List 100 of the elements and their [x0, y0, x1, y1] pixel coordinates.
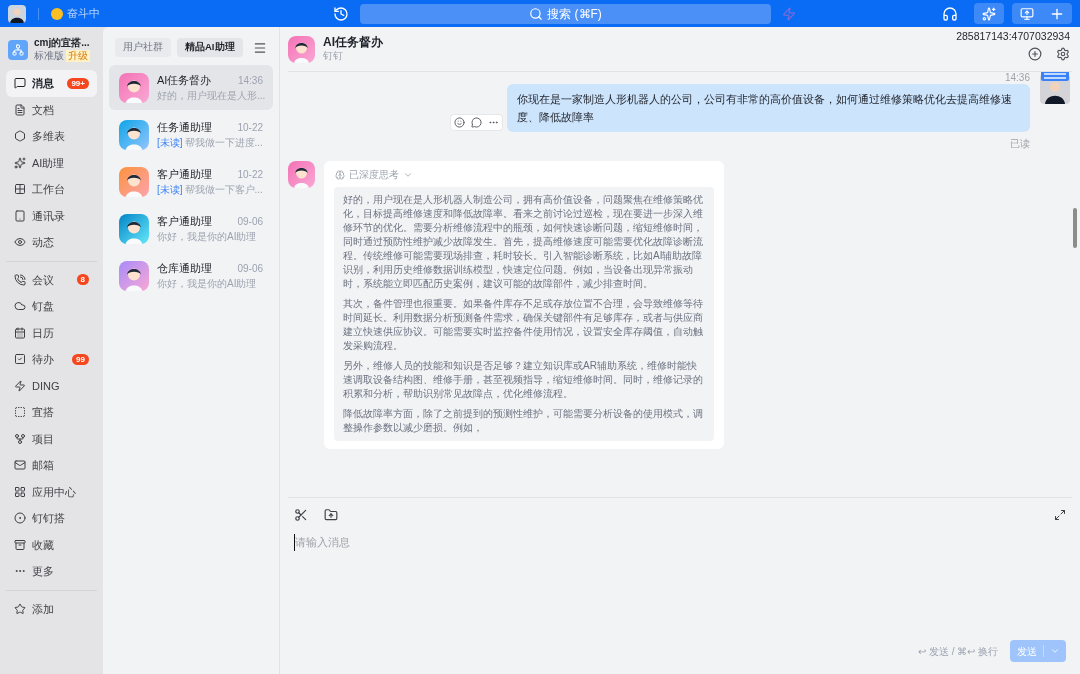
circle-icon	[14, 512, 26, 525]
star-icon	[14, 602, 26, 615]
conversation-name: 仓库通助理	[157, 260, 213, 276]
id-text: 285817143:4707032934	[956, 29, 1070, 45]
count-badge: 8	[76, 274, 89, 286]
cloud-icon	[14, 300, 26, 313]
conversation-time: 10-22	[237, 167, 263, 182]
scrollbar[interactable]	[1073, 208, 1077, 248]
nav-item[interactable]: 待办 99	[6, 346, 97, 373]
unread-tag: [未读]	[157, 182, 183, 198]
user-message: 你现在是一家制造人形机器人的公司，公司有非常的高价值设备，如何通过维修策略优化去提高维修速度、降低故障率	[507, 84, 1030, 132]
caret-icon	[1049, 646, 1060, 656]
chat-subtitle: 钉钉	[323, 50, 344, 63]
conversation-name: 客户通助理	[157, 213, 213, 229]
conversation-item[interactable]: AI任务督办 14:36 好的，用户现在是人形...	[109, 65, 273, 110]
eye-icon	[14, 236, 26, 249]
chat-bubble-icon	[14, 77, 26, 90]
fork-icon	[14, 432, 26, 445]
nav-item[interactable]: 文档	[6, 96, 97, 123]
reply-icon[interactable]	[468, 115, 485, 130]
conversation-name: 任务通助理	[157, 119, 213, 135]
headset-icon[interactable]	[942, 5, 958, 22]
brain-icon	[335, 169, 345, 180]
thinking-paragraph: 好的，用户现在是人形机器人制造公司，拥有高价值设备，问题聚焦在维修策略优化，目标提高维修速度和降低故障率。看来之前讨论过巡检，现在要进一步深入维修环节的优化。需要分析维修流程中的瓶颈，如何快速诊断问题，缩短维修时间，同时通过预防性维护减少故障发生。首先，提高维修速度可能需要优化故障诊断流程。传统维修可能需要现场排查，耗时较长。引入智能诊断系统，比如AI辅助故障识别，利用历史维修数据训练模型，快速定位问题。例如，当设备出现异常振动时，系统能立即匹配历史案例，建议可能的故障部件，减少排查时间。	[343, 193, 704, 291]
add-button[interactable]	[1042, 3, 1072, 24]
nav-item[interactable]: 项目	[6, 425, 97, 452]
settings-icon[interactable]	[1056, 46, 1070, 61]
shortcut-hint: ↩ 发送 / ⌘↩ 换行	[918, 644, 998, 659]
assistant-avatar	[119, 213, 149, 244]
screen-share-icon	[1020, 6, 1034, 21]
list-tab[interactable]: 用户社群	[115, 38, 171, 57]
history-icon[interactable]	[333, 5, 349, 22]
conversation-preview: 你好，我是你的AI助理	[157, 277, 257, 292]
conversation-preview: 好的，用户现在是人形...	[157, 89, 266, 104]
count-badge: 99	[72, 353, 89, 365]
checkbox-icon	[14, 353, 26, 366]
thinking-paragraph: 降低故障率方面，除了之前提到的预测性维护，可能需要分析设备的使用模式，调整操作参数以减少磨损。例如，	[343, 407, 704, 435]
conversation-name: AI任务督办	[157, 72, 213, 88]
add-icon[interactable]	[1028, 46, 1042, 61]
user-avatar[interactable]	[8, 4, 26, 23]
nav-item[interactable]: 消息 99+	[6, 70, 97, 97]
nav-item[interactable]: 钉盘	[6, 293, 97, 320]
lightning-icon	[14, 379, 26, 392]
conversation-time: 09-06	[237, 214, 263, 229]
nav-item[interactable]: AI助理	[6, 149, 97, 176]
message-time: 14:36	[1004, 72, 1030, 84]
ai-button[interactable]	[974, 3, 1004, 24]
nav-item[interactable]: 应用中心	[6, 478, 97, 505]
phone-icon	[14, 273, 26, 286]
chat-avatar	[288, 35, 315, 63]
nav-item[interactable]: 添加	[6, 595, 97, 622]
thinking-paragraph: 其次，备件管理也很重要。如果备件库存不足或存放位置不合理，会导致维修等待时间延长。利用数据分析预测备件需求，确保关键部件有足够库存，或者与供应商建立快速供应协议。可能需要实时监控备件使用情况，设置安全库存阈值，自动触发采购流程。	[343, 297, 704, 353]
mail-icon	[14, 459, 26, 472]
scissors-icon[interactable]	[294, 508, 308, 522]
nav-item[interactable]: 工作台	[6, 176, 97, 203]
nav-item[interactable]: 更多	[6, 558, 97, 585]
sparkle-icon	[982, 6, 996, 21]
edition-label: 标准版	[34, 49, 64, 62]
tablet-icon	[14, 209, 26, 222]
list-tab[interactable]: 精品AI助理	[177, 38, 243, 57]
message-input[interactable]: 请输入消息	[294, 534, 1066, 551]
conversation-item[interactable]: 客户通助理 09-06 你好，我是你的AI助理	[109, 206, 273, 251]
workspace-name[interactable]: cmj的宜搭...	[34, 37, 90, 50]
assistant-avatar	[288, 161, 315, 188]
menu-icon[interactable]	[253, 40, 267, 55]
nav-item[interactable]: 动态	[6, 229, 97, 256]
nav-item[interactable]: 日历	[6, 319, 97, 346]
chat-title: AI任务督办	[323, 35, 383, 51]
org-chart-icon	[12, 43, 24, 56]
badge-icon	[1040, 72, 1070, 81]
calendar-icon	[14, 326, 26, 339]
conversation-item[interactable]: 仓库通助理 09-06 你好，我是你的AI助理	[109, 253, 273, 298]
apps-icon	[14, 485, 26, 498]
nav-item[interactable]: 邮箱	[6, 452, 97, 479]
conversation-preview: 你好，我是你的AI助理	[157, 230, 257, 245]
nav-item[interactable]: 会议 8	[6, 266, 97, 293]
archive-icon	[14, 538, 26, 551]
workspace-logo[interactable]	[8, 39, 28, 60]
document-icon	[14, 103, 26, 116]
assistant-avatar	[119, 166, 149, 197]
upload-folder-icon[interactable]	[324, 508, 338, 522]
screen-share-button[interactable]	[1012, 3, 1042, 24]
conversation-time: 14:36	[237, 73, 263, 88]
assistant-avatar	[119, 119, 149, 150]
grid-icon	[14, 183, 26, 196]
nav-item[interactable]: 宜搭	[6, 399, 97, 426]
nav-item[interactable]: 收藏	[6, 531, 97, 558]
conversation-time: 09-06	[237, 261, 263, 276]
emoji-icon[interactable]	[451, 115, 468, 130]
expand-icon[interactable]	[1054, 509, 1066, 521]
status-emoji-icon	[51, 7, 63, 20]
unread-tag: [未读]	[157, 135, 183, 151]
nav-item[interactable]: 通讯录	[6, 202, 97, 229]
nav-item[interactable]: 多维表	[6, 123, 97, 150]
assistant-avatar	[119, 72, 149, 103]
sparkle-icon	[14, 156, 26, 169]
nav-item[interactable]: DING	[6, 372, 97, 399]
nav-item[interactable]: 钉钉搭	[6, 505, 97, 532]
read-status: 已读	[1010, 137, 1030, 151]
count-badge: 99+	[67, 77, 89, 89]
